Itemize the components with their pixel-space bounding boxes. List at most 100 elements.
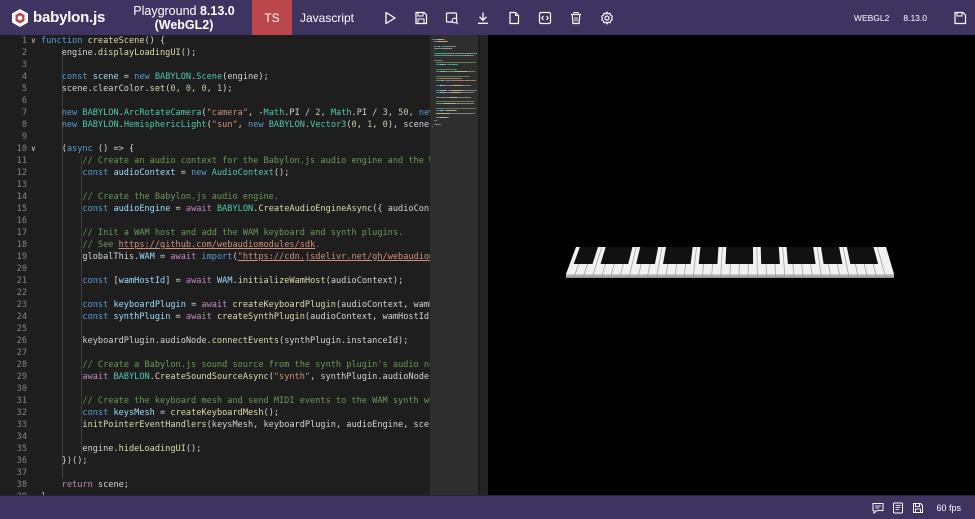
save-snippet-button[interactable] — [945, 0, 975, 35]
new-file-button[interactable] — [498, 0, 529, 35]
babylon-logo[interactable]: babylon.js — [0, 0, 116, 35]
minimap-line — [440, 52, 450, 54]
editor-vertical-scrollbar[interactable] — [480, 35, 488, 495]
download-button[interactable] — [467, 0, 498, 35]
clear-button[interactable] — [560, 0, 591, 35]
save-icon — [913, 503, 924, 513]
black-key[interactable] — [769, 247, 780, 264]
feedback-button[interactable] — [868, 496, 888, 519]
code-line[interactable]: 36 })(); — [0, 455, 430, 467]
black-key[interactable] — [707, 247, 719, 264]
engine-badge[interactable]: WEBGL2 — [854, 13, 889, 23]
code-line[interactable]: 33 initPointerEventHandlers(keysMesh, ke… — [0, 419, 430, 431]
fold-chevron-icon[interactable]: ∨ — [31, 35, 36, 47]
code-line[interactable]: 9 — [0, 131, 430, 143]
line-number: 38 — [16, 480, 27, 490]
code-line[interactable]: 15 const audioEngine = await BABYLON.Cre… — [0, 203, 430, 215]
run-button[interactable] — [374, 0, 405, 35]
black-key[interactable] — [743, 247, 754, 264]
code-line[interactable]: 7 new BABYLON.ArcRotateCamera("camera", … — [0, 107, 430, 119]
code-text: const audioContext = new AudioContext(); — [82, 168, 290, 178]
tab-javascript[interactable]: Javascript — [292, 0, 362, 35]
minimap-line — [451, 45, 457, 47]
code-text: // Create a Babylon.js sound source from… — [82, 360, 430, 370]
code-line[interactable]: 22 — [0, 287, 430, 299]
code-text: new BABYLON.ArcRotateCamera("camera", -M… — [61, 108, 430, 118]
minimap-line — [445, 110, 456, 112]
tab-typescript[interactable]: TS — [252, 0, 292, 35]
code-line[interactable]: 12 const audioContext = new AudioContext… — [0, 167, 430, 179]
code-line[interactable]: 1 ∨ function createScene() { — [0, 35, 430, 47]
minimap-line — [440, 78, 462, 80]
code-line[interactable]: 26 keyboardPlugin.audioNode.connectEvent… — [0, 335, 430, 347]
code-line[interactable]: 4 const scene = new BABYLON.Scene(engine… — [0, 71, 430, 83]
examples-icon — [893, 502, 904, 514]
code-line[interactable]: 16 — [0, 215, 430, 227]
code-line[interactable]: 14 // Create the Babylon.js audio engine… — [0, 191, 430, 203]
line-number: 34 — [16, 432, 27, 442]
render-canvas[interactable] — [488, 35, 975, 495]
minimap-line — [439, 64, 447, 66]
code-line[interactable]: 28 // Create a Babylon.js sound source f… — [0, 359, 430, 371]
status-bar: 60 fps — [0, 495, 975, 519]
inspector-button[interactable] — [436, 0, 467, 35]
code-line[interactable]: 27 — [0, 347, 430, 359]
playground-label: Playground — [133, 3, 197, 18]
code-editor[interactable]: 1 ∨ function createScene() {2 engine.displ… — [0, 35, 430, 495]
line-number: 22 — [16, 288, 27, 298]
code-line[interactable]: 35 engine.hideLoadingUI(); — [0, 443, 430, 455]
examples-button[interactable] — [888, 496, 908, 519]
code-text: await BABYLON.CreateSoundSourceAsync("sy… — [82, 372, 430, 382]
code-line[interactable]: 34 — [0, 431, 430, 443]
code-line[interactable]: 3 — [0, 59, 430, 71]
black-key[interactable] — [734, 247, 745, 264]
minimap-line — [443, 39, 446, 40]
save-button[interactable] — [405, 0, 436, 35]
code-line[interactable]: 37 — [0, 467, 430, 479]
settings-button[interactable] — [591, 0, 622, 35]
line-number: 31 — [16, 396, 27, 406]
code-line[interactable]: 2 engine.displayLoadingUI(); — [0, 47, 430, 59]
code-text: return scene; — [61, 480, 129, 490]
code-line[interactable]: 23 const keyboardPlugin = await createKe… — [0, 299, 430, 311]
version-badge[interactable]: 8.13.0 — [903, 13, 927, 23]
code-line[interactable]: 8 new BABYLON.HemisphericLight("sun", ne… — [0, 119, 430, 131]
minimap-line — [461, 78, 462, 80]
code-line[interactable]: 5 scene.clearColor.set(0, 0, 0, 1); — [0, 83, 430, 95]
code-line[interactable]: 25 — [0, 323, 430, 335]
minimap-line — [446, 41, 449, 43]
code-line[interactable]: 18 // See https://github.com/webaudiomod… — [0, 239, 430, 251]
minimap-line — [438, 41, 447, 43]
code-line[interactable]: 17 // Init a WAM host and add the WAM ke… — [0, 227, 430, 239]
status-bar-tools: 60 fps — [868, 496, 961, 519]
code-line[interactable]: 6 — [0, 95, 430, 107]
minimap-line — [434, 48, 444, 50]
minimap-line — [432, 126, 433, 128]
code-line[interactable]: 19 globalThis.WAM = await import("https:… — [0, 251, 430, 263]
code-line[interactable]: 20 — [0, 263, 430, 275]
code-line[interactable]: 10 ∨ (async () => { — [0, 143, 430, 155]
code-text: // See https://github.com/webaudiomodule… — [82, 240, 321, 250]
code-line[interactable]: 21 const [wamHostId] = await WAM.initial… — [0, 275, 430, 287]
line-number: 4 — [21, 72, 27, 82]
code-line[interactable]: 13 — [0, 179, 430, 191]
code-line[interactable]: 24 const synthPlugin = await createSynth… — [0, 311, 430, 323]
code-line[interactable]: 11 // Create an audio context for the Ba… — [0, 155, 430, 167]
black-key[interactable] — [725, 247, 736, 264]
logo-text: babylon.js — [33, 9, 106, 26]
minimap-line — [474, 52, 477, 54]
line-number: 24 — [16, 312, 27, 322]
code-line[interactable]: 31 // Create the keyboard mesh and send … — [0, 395, 430, 407]
minimap-line — [452, 85, 463, 86]
line-number: 3 — [21, 60, 27, 70]
fold-chevron-icon[interactable]: ∨ — [31, 143, 36, 155]
code-line[interactable]: 29 await BABYLON.CreateSoundSourceAsync(… — [0, 371, 430, 383]
format-code-button[interactable] — [529, 0, 560, 35]
line-number: 12 — [16, 168, 27, 178]
code-line[interactable]: 38 return scene; — [0, 479, 430, 491]
code-line[interactable]: 30 — [0, 383, 430, 395]
save-status-button[interactable] — [908, 496, 928, 519]
code-line[interactable]: 32 const keysMesh = createKeyboardMesh()… — [0, 407, 430, 419]
minimap-line — [436, 68, 458, 70]
playground-title: Playground 8.13.0 (WebGL2) — [116, 4, 252, 32]
